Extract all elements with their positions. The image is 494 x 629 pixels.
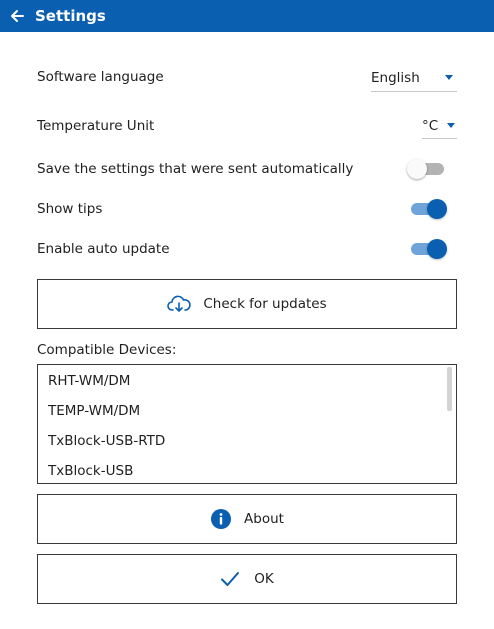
device-list-item[interactable]: TxBlock-USB xyxy=(38,456,456,483)
list-scrollbar[interactable] xyxy=(447,367,452,411)
back-button[interactable] xyxy=(1,0,33,32)
toggle-knob xyxy=(427,239,447,259)
about-label: About xyxy=(244,511,284,527)
software-language-select[interactable]: English xyxy=(371,64,457,92)
ok-button[interactable]: OK xyxy=(37,554,457,604)
compatible-devices-list[interactable]: RHT-WM/DM TEMP-WM/DM TxBlock-USB-RTD TxBloc… xyxy=(37,364,457,484)
arrow-left-icon xyxy=(9,8,25,24)
temperature-unit-value: °C xyxy=(422,117,439,134)
device-list-item[interactable]: TEMP-WM/DM xyxy=(38,396,456,426)
toggle-knob xyxy=(407,159,427,179)
page-title: Settings xyxy=(35,7,106,25)
device-items: RHT-WM/DM TEMP-WM/DM TxBlock-USB-RTD TxBloc… xyxy=(38,365,456,483)
device-list-item[interactable]: RHT-WM/DM xyxy=(38,366,456,396)
save-auto-label: Save the settings that were sent automat… xyxy=(37,161,354,177)
app-header: Settings xyxy=(0,0,494,32)
checkmark-icon xyxy=(220,571,240,587)
compatible-devices-label: Compatible Devices: xyxy=(37,342,177,358)
auto-update-label: Enable auto update xyxy=(37,241,170,257)
show-tips-toggle[interactable] xyxy=(410,198,447,220)
about-button[interactable]: About xyxy=(37,494,457,544)
check-updates-button[interactable]: Check for updates xyxy=(37,279,457,329)
ok-label: OK xyxy=(254,571,274,587)
save-auto-toggle[interactable] xyxy=(407,158,445,180)
show-tips-label: Show tips xyxy=(37,201,103,217)
device-list-item[interactable]: TxBlock-USB-RTD xyxy=(38,426,456,456)
info-icon xyxy=(210,508,232,530)
cloud-download-icon xyxy=(167,295,192,313)
caret-down-icon xyxy=(447,123,455,128)
caret-down-icon xyxy=(445,75,453,80)
check-updates-label: Check for updates xyxy=(203,296,327,312)
temperature-unit-select[interactable]: °C xyxy=(422,113,457,139)
toggle-knob xyxy=(427,199,447,219)
temperature-unit-label: Temperature Unit xyxy=(37,118,155,134)
software-language-label: Software language xyxy=(37,69,164,85)
software-language-value: English xyxy=(371,69,420,86)
auto-update-toggle[interactable] xyxy=(410,238,447,260)
